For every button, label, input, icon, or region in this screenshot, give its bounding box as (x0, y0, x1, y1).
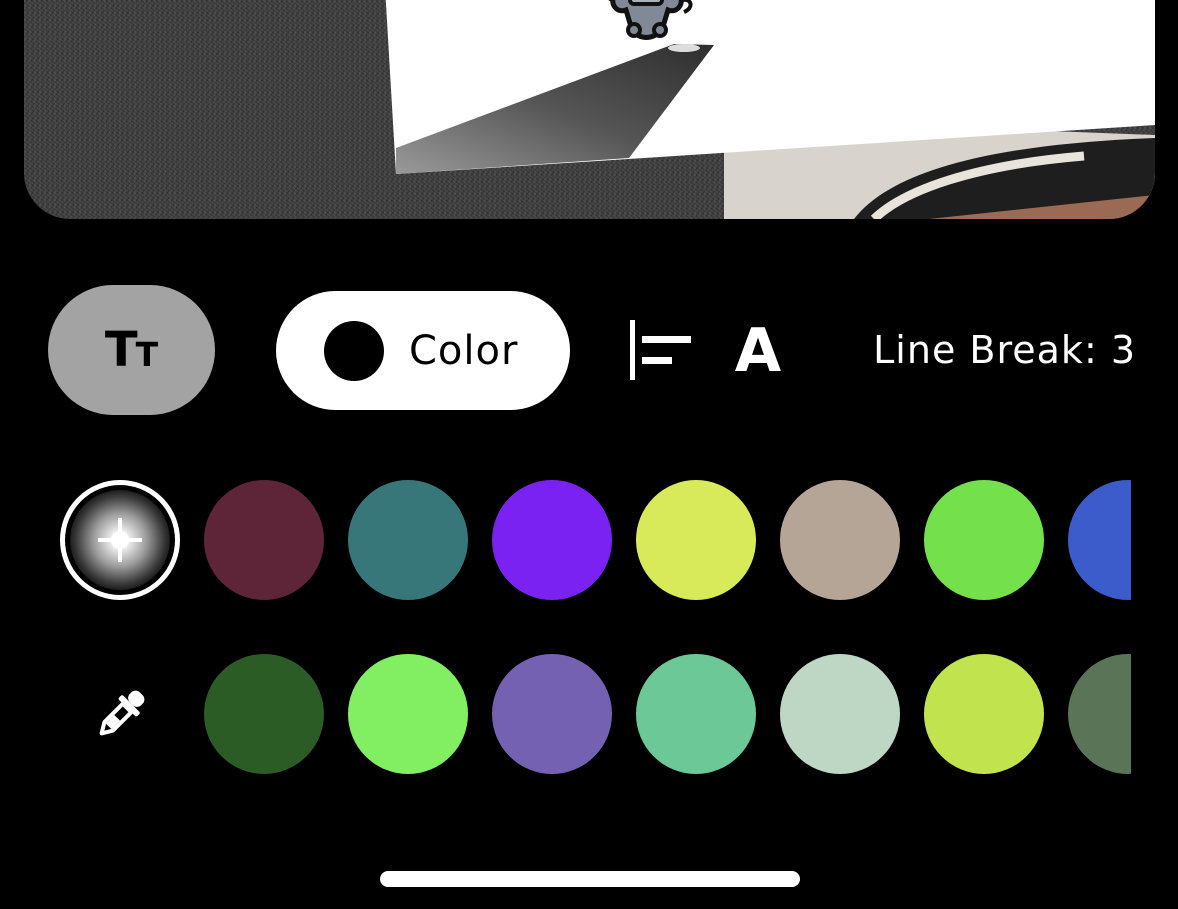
color-picker-swatch[interactable] (60, 480, 180, 600)
color-swatch[interactable] (204, 480, 324, 600)
color-button[interactable]: Color (276, 291, 570, 410)
color-label: Color (409, 327, 519, 374)
selected-color-swatch (324, 320, 384, 381)
color-swatch[interactable] (1068, 654, 1131, 774)
line-break-button[interactable]: Line Break: 3 (846, 322, 1136, 378)
color-swatch[interactable] (204, 654, 324, 774)
text-editor-screen: T T Color A Line Break: 3 (0, 0, 1178, 909)
text-size-icon: T T (104, 322, 159, 378)
photo-preview[interactable] (24, 0, 1155, 219)
font-style-button[interactable]: T T (48, 285, 215, 415)
color-swatch[interactable] (780, 480, 900, 600)
color-swatch[interactable] (780, 654, 900, 774)
color-swatch[interactable] (636, 654, 756, 774)
color-palette (0, 470, 1131, 790)
color-swatch[interactable] (924, 654, 1044, 774)
color-swatch[interactable] (492, 480, 612, 600)
text-style-button[interactable]: A (730, 316, 786, 386)
eyedropper-icon (99, 690, 145, 736)
home-indicator[interactable] (380, 871, 800, 887)
color-swatch[interactable] (1068, 480, 1131, 600)
color-swatch[interactable] (492, 654, 612, 774)
color-swatch[interactable] (348, 480, 468, 600)
align-left-icon (630, 320, 691, 380)
color-swatch[interactable] (636, 480, 756, 600)
color-swatch[interactable] (348, 654, 468, 774)
align-left-button[interactable] (626, 318, 696, 384)
color-swatch[interactable] (924, 480, 1044, 600)
eyedropper-button[interactable] (88, 683, 152, 747)
color-picker-icon (70, 490, 170, 590)
